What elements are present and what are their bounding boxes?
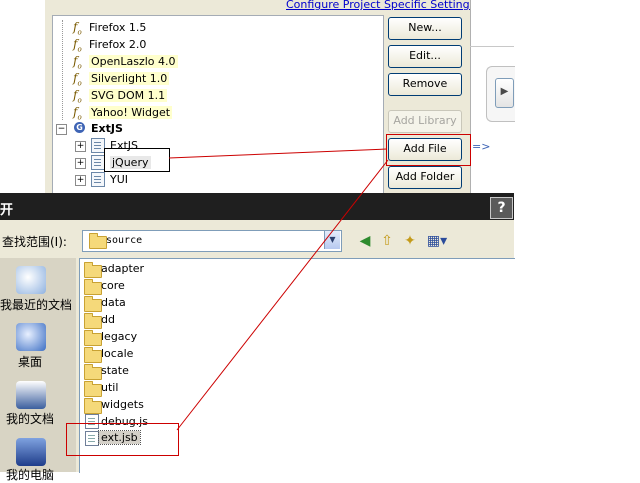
annotation-line-file-to-add-file	[176, 159, 389, 431]
annotation-lines	[168, 148, 389, 431]
annotation-line-jquery-to-add-file	[168, 148, 388, 159]
